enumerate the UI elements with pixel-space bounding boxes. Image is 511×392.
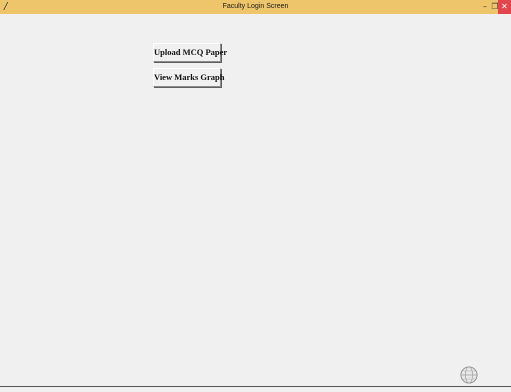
close-button[interactable]: ✕ bbox=[498, 0, 511, 14]
window-client-area: Upload MCQ Paper View Marks Graph bbox=[0, 14, 511, 386]
window-title: Faculty Login Screen bbox=[222, 3, 289, 10]
upload-mcq-paper-button[interactable]: Upload MCQ Paper bbox=[153, 43, 227, 62]
window-bottom-border bbox=[0, 386, 511, 387]
title-bar[interactable]: / Faculty Login Screen – ❐ ✕ bbox=[0, 0, 511, 14]
minimize-button[interactable]: – bbox=[480, 0, 490, 14]
faculty-login-window: / Faculty Login Screen – ❐ ✕ Upload MCQ … bbox=[0, 0, 511, 392]
globe-icon[interactable] bbox=[460, 366, 478, 384]
view-marks-graph-button[interactable]: View Marks Graph bbox=[153, 68, 225, 87]
